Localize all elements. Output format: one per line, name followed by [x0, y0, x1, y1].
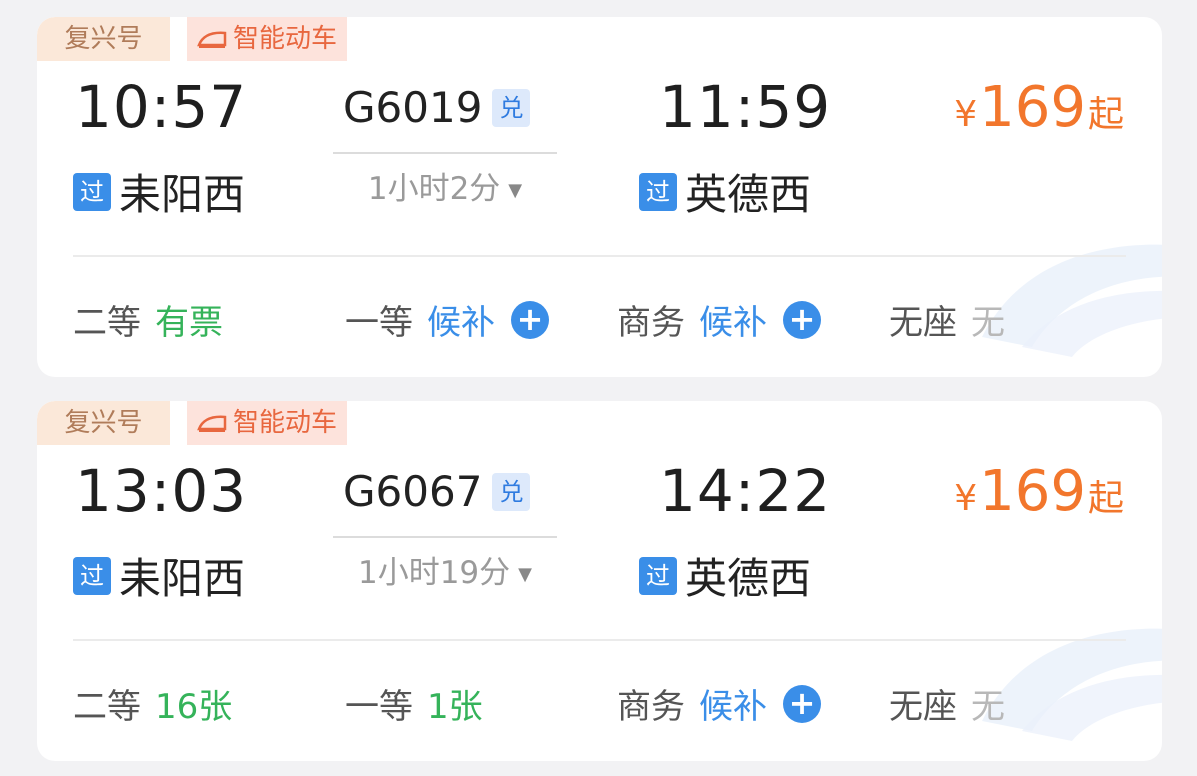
- price: ¥ 169 起: [954, 75, 1124, 140]
- arrival-time: 11:59: [659, 73, 832, 141]
- departure-station: 过 耒阳西: [73, 545, 245, 606]
- duration-line: [333, 536, 557, 538]
- divider: [73, 639, 1126, 641]
- brand-tag: 复兴号: [37, 17, 170, 61]
- pass-badge: 过: [639, 556, 677, 595]
- seat-name: 二等: [73, 687, 141, 727]
- arrival-station-name: 英德西: [685, 554, 812, 603]
- price-suffix: 起: [1087, 94, 1124, 135]
- pass-badge: 过: [73, 172, 111, 211]
- seat-name: 一等: [345, 687, 413, 727]
- duration-label: 1小时19分: [357, 555, 511, 591]
- exchange-badge: 兑: [492, 472, 531, 511]
- smart-train-tag: 智能动车: [187, 401, 348, 445]
- seat-first-class[interactable]: 一等 1张: [345, 679, 483, 728]
- duration-label: 1小时2分: [367, 171, 501, 207]
- arrival-time: 14:22: [659, 457, 832, 525]
- caret-down-icon: ▼: [508, 180, 523, 201]
- seat-name: 商务: [617, 687, 685, 727]
- smart-train-tag: 智能动车: [187, 17, 348, 61]
- exchange-badge: 兑: [492, 88, 531, 127]
- arrival-station: 过 英德西: [639, 161, 811, 222]
- smart-tag-label: 智能动车: [233, 24, 338, 54]
- departure-station-name: 耒阳西: [119, 554, 246, 603]
- smart-tag-label: 智能动车: [233, 408, 338, 438]
- arrival-station-name: 英德西: [685, 170, 812, 219]
- pass-badge: 过: [639, 172, 677, 211]
- seat-name: 一等: [345, 303, 413, 343]
- seat-availability: 1张: [427, 687, 483, 727]
- departure-time: 13:03: [75, 457, 248, 525]
- departure-station: 过 耒阳西: [73, 161, 245, 222]
- duration-toggle[interactable]: 1小时2分 ▼: [333, 163, 557, 208]
- seat-availability: 无: [971, 303, 1005, 343]
- seat-name: 商务: [617, 303, 685, 343]
- duration-line: [333, 152, 557, 154]
- waitlist-add-icon[interactable]: +: [783, 300, 821, 339]
- seat-availability: 候补: [427, 303, 495, 343]
- train-number-label: G6019: [343, 83, 483, 132]
- price-currency: ¥: [954, 478, 978, 519]
- arrival-station: 过 英德西: [639, 545, 811, 606]
- waitlist-add-icon[interactable]: +: [783, 684, 821, 723]
- seat-second-class[interactable]: 二等 有票: [73, 295, 223, 344]
- seat-name: 二等: [73, 303, 141, 343]
- seat-availability: 候补: [699, 687, 767, 727]
- price: ¥ 169 起: [954, 459, 1124, 524]
- seat-first-class[interactable]: 一等 候补 +: [345, 295, 549, 344]
- brand-tag: 复兴号: [37, 401, 170, 445]
- seat-availability: 候补: [699, 303, 767, 343]
- departure-time: 10:57: [75, 73, 248, 141]
- price-suffix: 起: [1087, 478, 1124, 519]
- pass-badge: 过: [73, 556, 111, 595]
- seat-name: 无座: [889, 687, 957, 727]
- price-currency: ¥: [954, 94, 978, 135]
- seat-name: 无座: [889, 303, 957, 343]
- seat-business-class[interactable]: 商务 候补 +: [617, 679, 821, 728]
- seat-standing[interactable]: 无座 无: [889, 679, 1005, 728]
- seat-availability: 16张: [155, 687, 233, 727]
- seat-availability: 有票: [155, 303, 223, 343]
- bullet-train-icon: [197, 415, 227, 432]
- price-value: 169: [979, 75, 1086, 140]
- train-number[interactable]: G6019 兑: [343, 83, 531, 132]
- train-card[interactable]: 复兴号 智能动车 13:03 G6067 兑 1小时19分 ▼ 14:22 过 耒…: [37, 401, 1162, 761]
- duration-toggle[interactable]: 1小时19分 ▼: [333, 547, 557, 592]
- price-value: 169: [979, 459, 1086, 524]
- seat-standing[interactable]: 无座 无: [889, 295, 1005, 344]
- departure-station-name: 耒阳西: [119, 170, 246, 219]
- bullet-train-icon: [197, 31, 227, 48]
- train-number[interactable]: G6067 兑: [343, 467, 531, 516]
- seat-second-class[interactable]: 二等 16张: [73, 679, 232, 728]
- seat-availability: 无: [971, 687, 1005, 727]
- seat-business-class[interactable]: 商务 候补 +: [617, 295, 821, 344]
- caret-down-icon: ▼: [518, 564, 532, 585]
- divider: [73, 255, 1126, 257]
- train-card[interactable]: 复兴号 智能动车 10:57 G6019 兑 1小时2分 ▼ 11:59 过 耒阳…: [37, 17, 1162, 377]
- train-number-label: G6067: [343, 467, 483, 516]
- waitlist-add-icon[interactable]: +: [511, 300, 549, 339]
